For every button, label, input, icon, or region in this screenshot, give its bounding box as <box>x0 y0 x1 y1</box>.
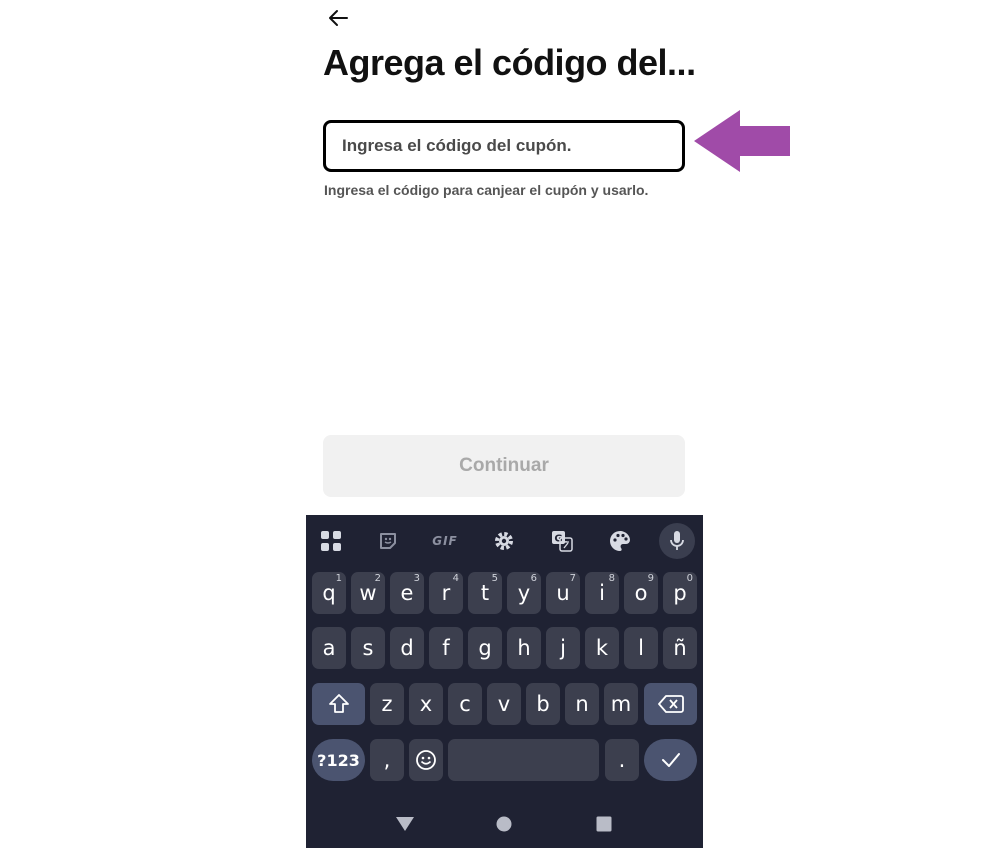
key-r[interactable]: r4 <box>429 572 463 614</box>
key-label: e <box>400 581 414 605</box>
key-label: u <box>556 581 570 605</box>
key-w[interactable]: w2 <box>351 572 385 614</box>
symbols-key[interactable]: ?123 <box>312 739 365 781</box>
shift-icon <box>328 694 349 713</box>
key-z[interactable]: z <box>370 683 404 725</box>
key-f[interactable]: f <box>429 627 463 669</box>
key-hint: 1 <box>335 573 342 584</box>
key-label: p <box>673 581 687 605</box>
microphone-icon[interactable] <box>659 523 695 559</box>
key-s[interactable]: s <box>351 627 385 669</box>
gif-button[interactable]: GIF <box>427 523 463 559</box>
system-nav-bar <box>306 800 703 848</box>
nav-home-button[interactable] <box>492 812 516 836</box>
key-hint: 5 <box>491 573 498 584</box>
triangle-back-icon <box>396 817 414 831</box>
nav-back-button[interactable] <box>393 812 417 836</box>
key-hint: 0 <box>686 573 693 584</box>
sticker-icon[interactable] <box>370 523 406 559</box>
key-j[interactable]: j <box>546 627 580 669</box>
key-hint: 2 <box>374 573 381 584</box>
key-label: o <box>634 581 648 605</box>
key-h[interactable]: h <box>507 627 541 669</box>
gear-icon[interactable] <box>486 523 522 559</box>
key-hint: 4 <box>452 573 459 584</box>
key-comma[interactable]: , <box>370 739 404 781</box>
key-c[interactable]: c <box>448 683 482 725</box>
square-recents-icon <box>596 816 612 832</box>
key-b[interactable]: b <box>526 683 560 725</box>
key-m[interactable]: m <box>604 683 638 725</box>
key-label: w <box>359 581 377 605</box>
apps-grid-icon[interactable] <box>313 523 349 559</box>
nav-recents-button[interactable] <box>592 812 616 836</box>
key-n-tilde[interactable]: ñ <box>663 627 697 669</box>
key-label: y <box>517 581 531 605</box>
key-a[interactable]: a <box>312 627 346 669</box>
key-x[interactable]: x <box>409 683 443 725</box>
key-e[interactable]: e3 <box>390 572 424 614</box>
svg-text:G: G <box>554 534 562 545</box>
backspace-icon <box>657 695 684 713</box>
coupon-code-input[interactable] <box>323 120 685 172</box>
key-label: i <box>599 581 605 605</box>
key-o[interactable]: o9 <box>624 572 658 614</box>
key-period[interactable]: . <box>605 739 639 781</box>
palette-icon[interactable] <box>602 523 638 559</box>
key-v[interactable]: v <box>487 683 521 725</box>
back-button[interactable] <box>326 6 350 30</box>
key-y[interactable]: y6 <box>507 572 541 614</box>
key-label: t <box>480 581 490 605</box>
arrow-left-icon <box>329 10 348 26</box>
key-i[interactable]: i8 <box>585 572 619 614</box>
emoji-key[interactable] <box>409 739 443 781</box>
translate-icon[interactable]: G <box>544 523 580 559</box>
onscreen-keyboard: GIF G q1 w2 e3 r4 t5 y6 u7 i8 o9 p0 a s … <box>306 515 703 848</box>
key-label: q <box>322 581 336 605</box>
key-hint: 3 <box>413 573 420 584</box>
key-g[interactable]: g <box>468 627 502 669</box>
enter-key[interactable] <box>644 739 697 781</box>
key-d[interactable]: d <box>390 627 424 669</box>
key-k[interactable]: k <box>585 627 619 669</box>
key-p[interactable]: p0 <box>663 572 697 614</box>
key-hint: 8 <box>608 573 615 584</box>
shift-key[interactable] <box>312 683 365 725</box>
checkmark-icon <box>661 753 680 767</box>
gif-label: GIF <box>432 534 458 548</box>
key-hint: 9 <box>647 573 654 584</box>
keyboard-toolbar: GIF G <box>306 515 703 567</box>
key-q[interactable]: q1 <box>312 572 346 614</box>
continue-button[interactable]: Continuar <box>323 435 685 497</box>
emoji-icon <box>416 750 436 770</box>
key-u[interactable]: u7 <box>546 572 580 614</box>
annotation-arrow-icon <box>694 110 790 172</box>
circle-home-icon <box>496 816 512 832</box>
key-hint: 7 <box>569 573 576 584</box>
key-hint: 6 <box>530 573 537 584</box>
backspace-key[interactable] <box>644 683 697 725</box>
space-key[interactable] <box>448 739 599 781</box>
key-n[interactable]: n <box>565 683 599 725</box>
key-l[interactable]: l <box>624 627 658 669</box>
page-title: Agrega el código del... <box>323 42 696 83</box>
key-t[interactable]: t5 <box>468 572 502 614</box>
key-label: r <box>441 581 451 605</box>
coupon-hint-text: Ingresa el código para canjear el cupón … <box>324 182 649 198</box>
